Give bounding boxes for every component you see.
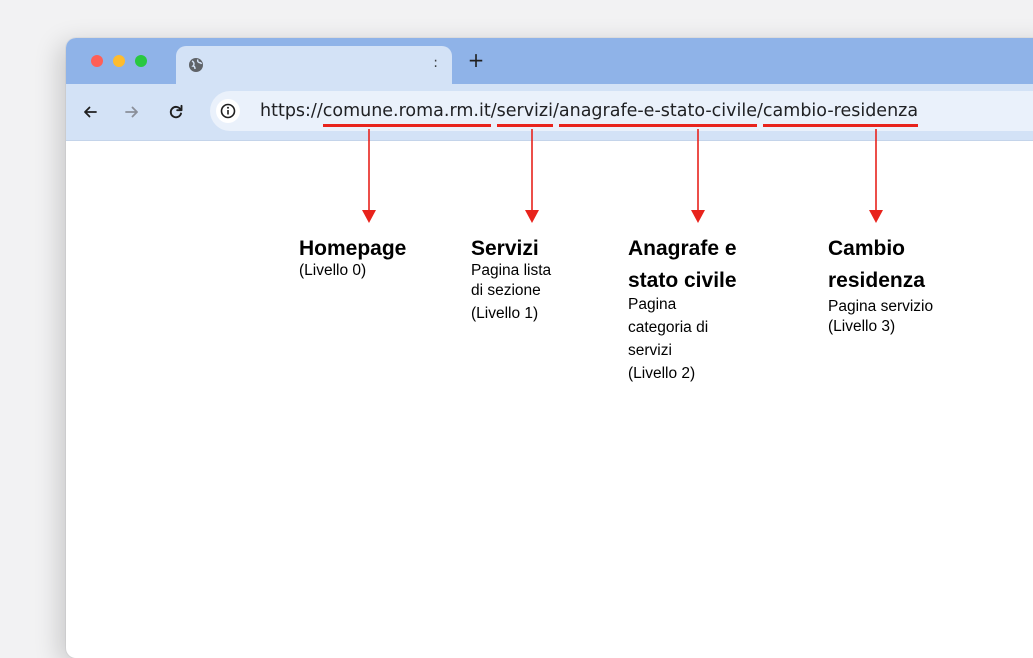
annotation-desc-line: di sezione [471,282,541,299]
annotation-title: Servizi [471,237,539,260]
url-segment: servizi [496,101,553,127]
annotation-level: (Livello 3) [828,318,896,335]
url-segment: comune.roma.rm.it [322,101,491,127]
browser-tab[interactable]: : [176,46,452,84]
url-separator: / [490,101,497,121]
address-bar[interactable]: https://comune.roma.rm.it/servizi/anagra… [210,91,1033,131]
minimize-window-button[interactable] [113,55,125,67]
annotation-desc-line: categoria di [628,319,709,336]
annotation-homepage: Homepage (Livello 0) [299,236,406,281]
annotation-cambio-residenza: Cambio residenza Pagina servizio (Livell… [828,236,933,337]
url-separator: / [552,101,559,121]
url-segment: anagrafe-e-stato-civile [558,101,758,127]
forward-icon[interactable] [123,103,141,121]
info-icon[interactable] [216,99,240,123]
maximize-window-button[interactable] [135,55,147,67]
url-segment: cambio-residenza [762,101,919,127]
annotation-title-line: stato civile [628,269,737,292]
globe-icon [188,57,204,78]
annotation-desc-line: Pagina lista [471,262,552,279]
close-window-button[interactable] [91,55,103,67]
annotation-title: Homepage [299,237,407,260]
annotation-desc-line: servizi [628,342,672,359]
annotation-title-line: residenza [828,269,925,292]
annotation-level: (Livello 2) [628,365,696,382]
browser-window: : + https://comune.roma.rm.it/servizi/an… [66,38,1033,658]
annotation-anagrafe: Anagrafe e stato civile Pagina categoria… [628,236,737,384]
annotation-level: (Livello 1) [471,305,539,322]
annotation-desc-line: Pagina servizio [828,298,934,315]
url-scheme: https:// [260,101,323,121]
annotation-level: (Livello 0) [299,262,367,279]
annotation-servizi: Servizi Pagina lista di sezione (Livello… [471,236,551,324]
annotation-title-line: Cambio [828,237,906,260]
annotation-title-line: Anagrafe e [628,237,737,260]
tab-menu-icon[interactable]: : [433,55,438,71]
browser-toolbar: https://comune.roma.rm.it/servizi/anagra… [66,84,1033,141]
reload-icon[interactable] [167,103,185,121]
new-tab-button[interactable]: + [464,48,488,72]
annotation-desc-line: Pagina [628,296,677,313]
tab-strip: : + [66,38,1033,84]
url-text[interactable]: https://comune.roma.rm.it/servizi/anagra… [260,99,919,127]
back-icon[interactable] [81,103,99,121]
